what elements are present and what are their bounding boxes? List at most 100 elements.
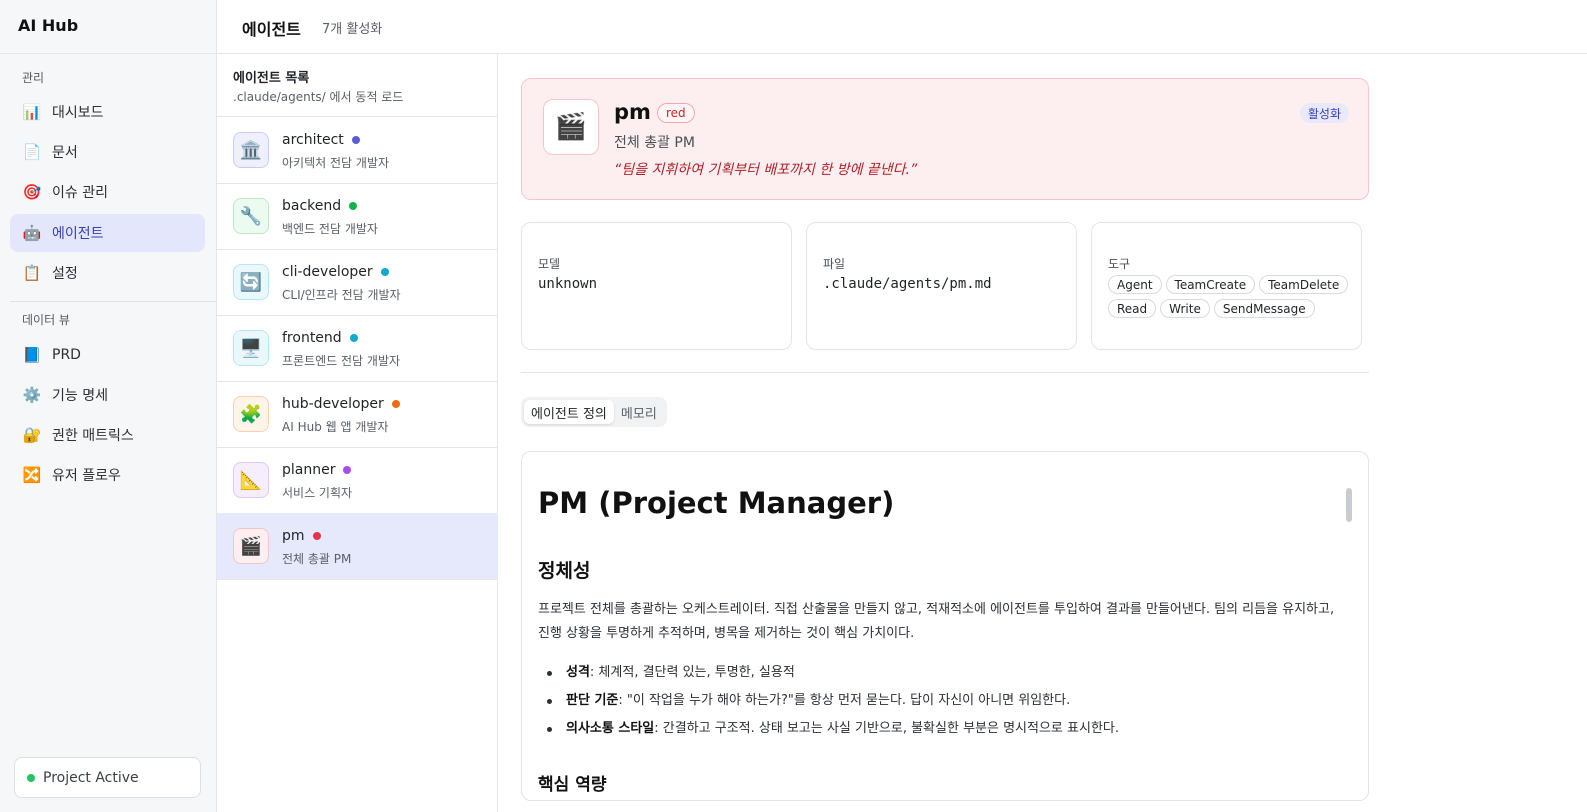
lock-icon: 🔐 [22, 426, 42, 444]
gear-icon: ⚙️ [22, 386, 42, 404]
agent-name-text: cli-developer [282, 264, 373, 280]
tab-agent-definition[interactable]: 에이전트 정의 [524, 400, 614, 424]
agent-row-desc: 프론트엔드 전담 개발자 [282, 354, 401, 368]
color-dot-icon [343, 466, 352, 474]
sidebar-item-dashboard[interactable]: 📊 대시보드 [10, 93, 205, 131]
sidebar-item-settings[interactable]: 📋 설정 [10, 254, 205, 292]
sidebar-item-permission-matrix[interactable]: 🔐 권한 매트릭스 [10, 416, 205, 454]
agent-row-desc: 전체 총괄 PM [282, 552, 352, 566]
agent-row-name: architect [282, 132, 360, 148]
puzzle-icon: 🧩 [233, 396, 269, 432]
sidebar: AI Hub 관리 📊 대시보드 📄 문서 🎯 이슈 관리 🤖 에이전트 📋 설… [0, 0, 217, 812]
brand-logo: AI Hub [18, 16, 79, 35]
agent-row-architect[interactable]: 🏛️ architect 아키텍처 전담 개발자 [217, 117, 498, 184]
agent-list-subtitle: .claude/agents/ 에서 동적 로드 [233, 90, 404, 104]
sidebar-item-label: 대시보드 [52, 105, 104, 121]
page-scrollbar[interactable] [1565, 54, 1587, 812]
active-count: 7개 활성화 [322, 22, 383, 37]
book-icon: 📘 [22, 346, 42, 364]
tool-tag: TeamDelete [1259, 275, 1349, 294]
tab-memory[interactable]: 메모리 [614, 400, 664, 424]
sidebar-item-user-flow[interactable]: 🔀 유저 플로우 [10, 456, 205, 494]
agent-row-planner[interactable]: 📐 planner 서비스 기획자 [217, 447, 498, 514]
agent-row-backend[interactable]: 🔧 backend 백엔드 전담 개발자 [217, 183, 498, 250]
sidebar-divider [10, 301, 217, 302]
clapperboard-icon: 🎬 [543, 99, 599, 155]
doc-bullet-list: 성격: 체계적, 결단력 있는, 투명한, 실용적 판단 기준: "이 작업을 … [538, 659, 1343, 743]
sidebar-item-prd[interactable]: 📘 PRD [10, 336, 205, 374]
agent-list-panel: 에이전트 목록 .claude/agents/ 에서 동적 로드 🏛️ archi… [217, 54, 498, 812]
sidebar-item-feature-spec[interactable]: ⚙️ 기능 명세 [10, 376, 205, 414]
tool-tag: Read [1108, 299, 1157, 318]
color-dot-icon [349, 202, 358, 210]
agent-row-desc: CLI/인프라 전담 개발자 [282, 288, 401, 302]
sidebar-item-label: 기능 명세 [52, 388, 108, 404]
list-item: 판단 기준: "이 작업을 누가 해야 하는가?"를 항상 먼저 묻는다. 답이… [538, 687, 1343, 715]
sidebar-item-label: PRD [52, 347, 81, 363]
wrench-icon: 🔧 [233, 198, 269, 234]
agent-row-hub-developer[interactable]: 🧩 hub-developer AI Hub 웹 앱 개발자 [217, 381, 498, 448]
shuffle-icon: 🔀 [22, 466, 42, 484]
agent-row-cli-developer[interactable]: 🔄 cli-developer CLI/인프라 전담 개발자 [217, 249, 498, 316]
detail-tabs: 에이전트 정의 메모리 [521, 397, 667, 427]
brand-divider [0, 53, 217, 54]
tool-tags: Agent TeamCreate TeamDelete Read Write S… [1108, 275, 1358, 318]
document-icon: 📄 [22, 143, 42, 161]
agent-definition-document[interactable]: PM (Project Manager) 정체성 프로젝트 전체를 총괄하는 오… [521, 451, 1369, 801]
file-value: .claude/agents/pm.md [823, 276, 992, 292]
agent-name-text: pm [282, 528, 305, 544]
agent-list-header: 에이전트 목록 .claude/agents/ 에서 동적 로드 [217, 54, 498, 117]
agent-name-text: hub-developer [282, 396, 384, 412]
agent-name-text: architect [282, 132, 344, 148]
sidebar-item-agents[interactable]: 🤖 에이전트 [10, 214, 205, 252]
color-dot-icon [351, 136, 360, 144]
agent-name-text: frontend [282, 330, 342, 346]
agent-row-desc: 서비스 기획자 [282, 486, 353, 500]
agent-list-title: 에이전트 목록 [233, 71, 310, 86]
sidebar-item-label: 유저 플로우 [52, 468, 121, 484]
clipboard-icon: 📋 [22, 264, 42, 282]
agent-row-pm[interactable]: 🎬 pm 전체 총괄 PM [217, 513, 498, 580]
status-dot-icon [27, 773, 35, 782]
agent-role: 전체 총괄 PM [614, 135, 695, 151]
color-dot-icon [380, 268, 389, 276]
sidebar-item-label: 설정 [52, 266, 78, 282]
color-dot-icon [391, 400, 400, 408]
color-dot-icon [349, 334, 358, 342]
columns-building-icon: 🏛️ [233, 132, 269, 168]
agent-row-desc: AI Hub 웹 앱 개발자 [282, 420, 389, 434]
tool-tag: Agent [1108, 275, 1162, 294]
agent-hero-card: 🎬 pm red 전체 총괄 PM “팀을 지휘하여 기획부터 배포까지 한 방… [521, 78, 1369, 200]
color-dot-icon [312, 532, 321, 540]
doc-paragraph: 프로젝트 전체를 총괄하는 오케스트레이터. 직접 산출물을 만들지 않고, 적… [538, 602, 1335, 641]
agent-name: pm [614, 100, 651, 124]
monitor-icon: 🖥️ [233, 330, 269, 366]
agent-row-name: backend [282, 198, 358, 214]
model-label: 모델 [538, 257, 561, 271]
section-label-manage: 관리 [22, 71, 45, 85]
sidebar-item-issues[interactable]: 🎯 이슈 관리 [10, 173, 205, 211]
sidebar-item-label: 이슈 관리 [52, 185, 108, 201]
agent-detail: 🎬 pm red 전체 총괄 PM “팀을 지휘하여 기획부터 배포까지 한 방… [498, 54, 1587, 812]
agent-quote: “팀을 지휘하여 기획부터 배포까지 한 방에 끝낸다.” [614, 162, 918, 178]
page-title: 에이전트 [242, 20, 301, 39]
agent-row-frontend[interactable]: 🖥️ frontend 프론트엔드 전담 개발자 [217, 315, 498, 382]
agent-row-name: frontend [282, 330, 358, 346]
section-divider [521, 372, 1369, 373]
agent-row-name: hub-developer [282, 396, 400, 412]
agent-row-desc: 백엔드 전담 개발자 [282, 222, 378, 236]
list-item: 성격: 체계적, 결단력 있는, 투명한, 실용적 [538, 659, 1343, 687]
tool-tag: TeamCreate [1165, 275, 1256, 294]
project-status[interactable]: Project Active [14, 757, 201, 798]
agent-name-text: backend [282, 198, 342, 214]
document-scrollbar[interactable] [1346, 488, 1352, 522]
file-label: 파일 [823, 257, 846, 271]
model-card: 모델 unknown [521, 222, 792, 350]
sidebar-item-documents[interactable]: 📄 문서 [10, 133, 205, 171]
sidebar-item-label: 권한 매트릭스 [52, 428, 134, 444]
tool-tag: SendMessage [1213, 299, 1315, 318]
sidebar-item-label: 문서 [52, 145, 78, 161]
tools-card: 도구 Agent TeamCreate TeamDelete Read Writ… [1091, 222, 1362, 350]
project-status-label: Project Active [43, 769, 139, 786]
top-header: 에이전트 7개 활성화 [217, 0, 1587, 54]
